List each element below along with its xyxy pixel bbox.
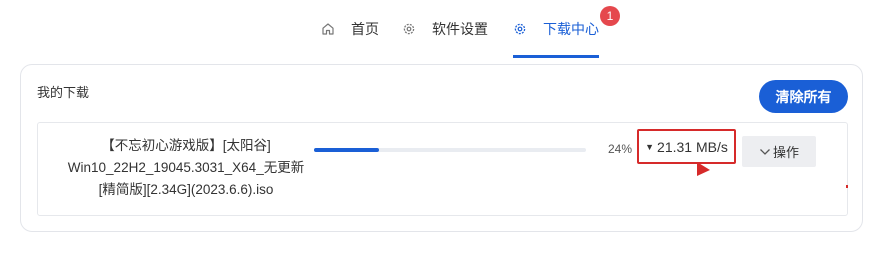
notification-badge: 1 (600, 6, 620, 26)
home-icon (321, 22, 335, 36)
progress-fill (314, 148, 380, 152)
nav-item-label: 下载中心 (543, 21, 599, 37)
caret-down-icon: ▼ (645, 141, 655, 152)
progress-bar (314, 148, 586, 152)
nav-item-home[interactable]: 首页 (321, 0, 379, 58)
speed-value: 21.31 MB/s (657, 138, 728, 155)
progress-percent: 24% (608, 142, 633, 156)
top-nav: 首页 软件设置 下载中心 1 (0, 0, 884, 60)
download-task-row: 【不忘初心游戏版】[太阳谷] Win10_22H2_19045.3031_X64… (37, 122, 848, 216)
clear-all-button[interactable]: 清除所有 (759, 80, 848, 113)
file-name: 【不忘初心游戏版】[太阳谷] Win10_22H2_19045.3031_X64… (56, 135, 316, 201)
nav-item-label: 首页 (351, 21, 379, 37)
panel-title: 我的下载 (37, 85, 90, 100)
annotation-mark (846, 185, 848, 188)
download-speed[interactable]: ▼ 21.31 MB/s (637, 129, 736, 164)
chevron-down-icon (759, 148, 771, 156)
file-name-line: [精简版][2.34G](2023.6.6).iso (98, 182, 274, 197)
gear-icon (402, 22, 416, 36)
nav-item-label: 软件设置 (432, 21, 488, 37)
actions-button[interactable]: 操作 (742, 136, 816, 167)
file-name-line: 【不忘初心游戏版】[太阳谷] (101, 138, 271, 153)
active-tab-indicator (513, 55, 599, 58)
downloads-panel: 我的下载 清除所有 【不忘初心游戏版】[太阳谷] Win10_22H2_1904… (20, 64, 863, 232)
file-name-line: Win10_22H2_19045.3031_X64_无更新 (67, 160, 305, 175)
nav-item-download-center[interactable]: 下载中心 (513, 0, 599, 58)
actions-label: 操作 (772, 145, 799, 160)
nav-item-settings[interactable]: 软件设置 (402, 0, 488, 58)
gear-icon (513, 22, 527, 36)
annotation-arrow-icon (697, 162, 710, 176)
